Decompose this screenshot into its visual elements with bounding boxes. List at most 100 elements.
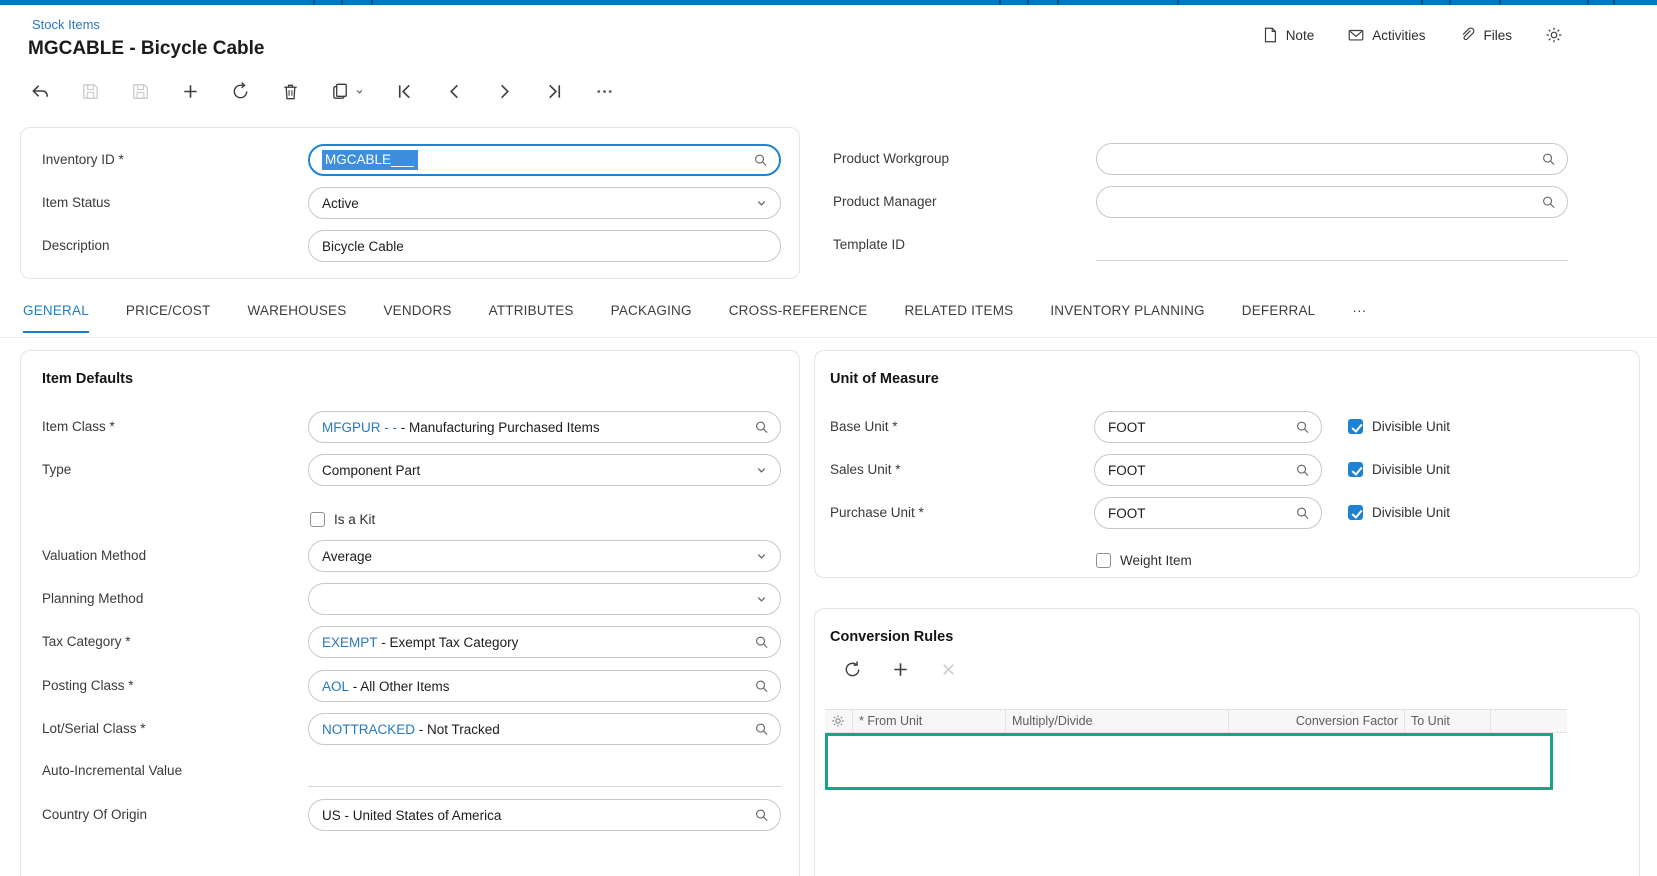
screen-settings-button[interactable] (1545, 26, 1563, 44)
purchase-unit-field: Purchase Unit * FOOT Divisible Unit (815, 497, 1639, 529)
auto-incremental-value-field: Auto-Incremental Value (21, 755, 799, 787)
valuation-method-field: Valuation Method Average (21, 540, 799, 572)
weight-item-field[interactable]: Weight Item (815, 545, 1639, 577)
tab-cross-reference[interactable]: CROSS-REFERENCE (729, 303, 868, 331)
column-header-multiply-divide[interactable]: Multiply/Divide (1006, 710, 1229, 732)
tax-category-input[interactable]: EXEMPT - Exempt Tax Category (308, 626, 781, 658)
description-input[interactable]: Bicycle Cable (308, 230, 781, 262)
column-header-to-unit[interactable]: To Unit (1405, 710, 1491, 732)
divisible-unit-checkbox[interactable] (1348, 462, 1363, 477)
is-a-kit-field[interactable]: Is a Kit (21, 504, 799, 536)
search-icon[interactable] (754, 722, 769, 737)
is-a-kit-checkbox[interactable] (310, 512, 325, 527)
note-button[interactable]: Note (1261, 26, 1315, 44)
add-row-button[interactable] (890, 659, 911, 680)
base-unit-input[interactable]: FOOT (1094, 411, 1322, 443)
first-record-button[interactable] (394, 81, 415, 102)
column-header-conversion-factor[interactable]: Conversion Factor (1229, 710, 1405, 732)
chevron-down-icon[interactable] (754, 463, 769, 478)
search-icon[interactable] (754, 679, 769, 694)
cancel-button[interactable] (230, 81, 251, 102)
delete-row-button[interactable] (938, 659, 959, 680)
section-title: Conversion Rules (830, 629, 954, 645)
paperclip-icon (1458, 26, 1476, 44)
clipboard-button[interactable] (330, 81, 365, 102)
toolbar-overflow-button[interactable] (594, 81, 615, 102)
clipboard-chevron-icon[interactable] (354, 86, 365, 97)
country-of-origin-input[interactable]: US - United States of America (308, 799, 781, 831)
template-id-input[interactable] (1096, 229, 1568, 261)
auto-incremental-value-input[interactable] (308, 755, 781, 787)
tab-packaging[interactable]: PACKAGING (611, 303, 692, 331)
product-manager-input[interactable] (1096, 186, 1568, 218)
divisible-unit-label: Divisible Unit (1372, 505, 1451, 520)
posting-class-input[interactable]: AOL - All Other Items (308, 670, 781, 702)
search-icon[interactable] (1295, 463, 1310, 478)
planning-method-field: Planning Method (21, 583, 799, 615)
posting-class-label: Posting Class * (42, 678, 134, 693)
search-icon[interactable] (1295, 420, 1310, 435)
topbar-tick (1177, 0, 1179, 5)
chevron-down-icon[interactable] (754, 549, 769, 564)
tab-attributes[interactable]: ATTRIBUTES (489, 303, 574, 331)
activities-button[interactable]: Activities (1347, 26, 1425, 44)
delete-button[interactable] (280, 81, 301, 102)
tab-deferral[interactable]: DEFERRAL (1242, 303, 1316, 331)
auto-incremental-value-label: Auto-Incremental Value (42, 763, 183, 778)
search-icon[interactable] (1295, 506, 1310, 521)
type-select[interactable]: Component Part (308, 454, 781, 486)
back-button[interactable] (30, 81, 51, 102)
inventory-id-input[interactable]: MGCABLE___ (308, 144, 781, 176)
copy-icon[interactable] (330, 81, 351, 102)
next-record-button[interactable] (494, 81, 515, 102)
tab-overflow[interactable]: ··· (1352, 303, 1366, 331)
conversion-rules-panel: Conversion Rules * From Unit Multiply/Di… (814, 608, 1640, 876)
divisible-unit-checkbox[interactable] (1348, 419, 1363, 434)
search-icon[interactable] (754, 420, 769, 435)
save-button[interactable] (130, 81, 151, 102)
chevron-down-icon[interactable] (754, 196, 769, 211)
divisible-unit-checkbox[interactable] (1348, 505, 1363, 520)
last-record-button[interactable] (544, 81, 565, 102)
inventory-id-field: Inventory ID * MGCABLE___ (21, 144, 799, 176)
weight-item-checkbox[interactable] (1096, 553, 1111, 568)
tab-price-cost[interactable]: PRICE/COST (126, 303, 211, 331)
note-label: Note (1285, 27, 1315, 43)
refresh-button[interactable] (842, 659, 863, 680)
planning-method-select[interactable] (308, 583, 781, 615)
tab-inventory-planning[interactable]: INVENTORY PLANNING (1050, 303, 1204, 331)
add-record-button[interactable] (180, 81, 201, 102)
description-label: Description (42, 238, 110, 253)
tab-warehouses[interactable]: WAREHOUSES (247, 303, 346, 331)
topbar-tick (313, 0, 315, 5)
item-status-field: Item Status Active (21, 187, 799, 219)
tab-general[interactable]: GENERAL (23, 303, 89, 333)
item-status-select[interactable]: Active (308, 187, 781, 219)
item-class-input[interactable]: MFGPUR - - - Manufacturing Purchased Ite… (308, 411, 781, 443)
divisible-unit-label: Divisible Unit (1372, 462, 1451, 477)
sales-unit-input[interactable]: FOOT (1094, 454, 1322, 486)
save-close-button[interactable] (80, 81, 101, 102)
valuation-method-label: Valuation Method (42, 548, 147, 563)
valuation-method-select[interactable]: Average (308, 540, 781, 572)
search-icon[interactable] (1541, 152, 1556, 167)
column-header-from-unit[interactable]: * From Unit (853, 710, 1006, 732)
lot-serial-class-input[interactable]: NOTTRACKED - Not Tracked (308, 713, 781, 745)
grid-settings-button[interactable] (825, 710, 853, 732)
lot-serial-class-label: Lot/Serial Class * (42, 721, 146, 736)
activities-label: Activities (1372, 27, 1426, 43)
item-status-label: Item Status (42, 195, 111, 210)
prev-record-button[interactable] (444, 81, 465, 102)
tab-related-items[interactable]: RELATED ITEMS (904, 303, 1013, 331)
search-icon[interactable] (1541, 195, 1556, 210)
breadcrumb[interactable]: Stock Items (32, 17, 100, 32)
chevron-down-icon[interactable] (754, 592, 769, 607)
search-icon[interactable] (754, 635, 769, 650)
tab-vendors[interactable]: VENDORS (383, 303, 451, 331)
search-icon[interactable] (753, 153, 768, 168)
purchase-unit-input[interactable]: FOOT (1094, 497, 1322, 529)
product-workgroup-input[interactable] (1096, 143, 1568, 175)
search-icon[interactable] (754, 808, 769, 823)
files-button[interactable]: Files (1458, 26, 1512, 44)
topbar-tick (1449, 0, 1451, 5)
